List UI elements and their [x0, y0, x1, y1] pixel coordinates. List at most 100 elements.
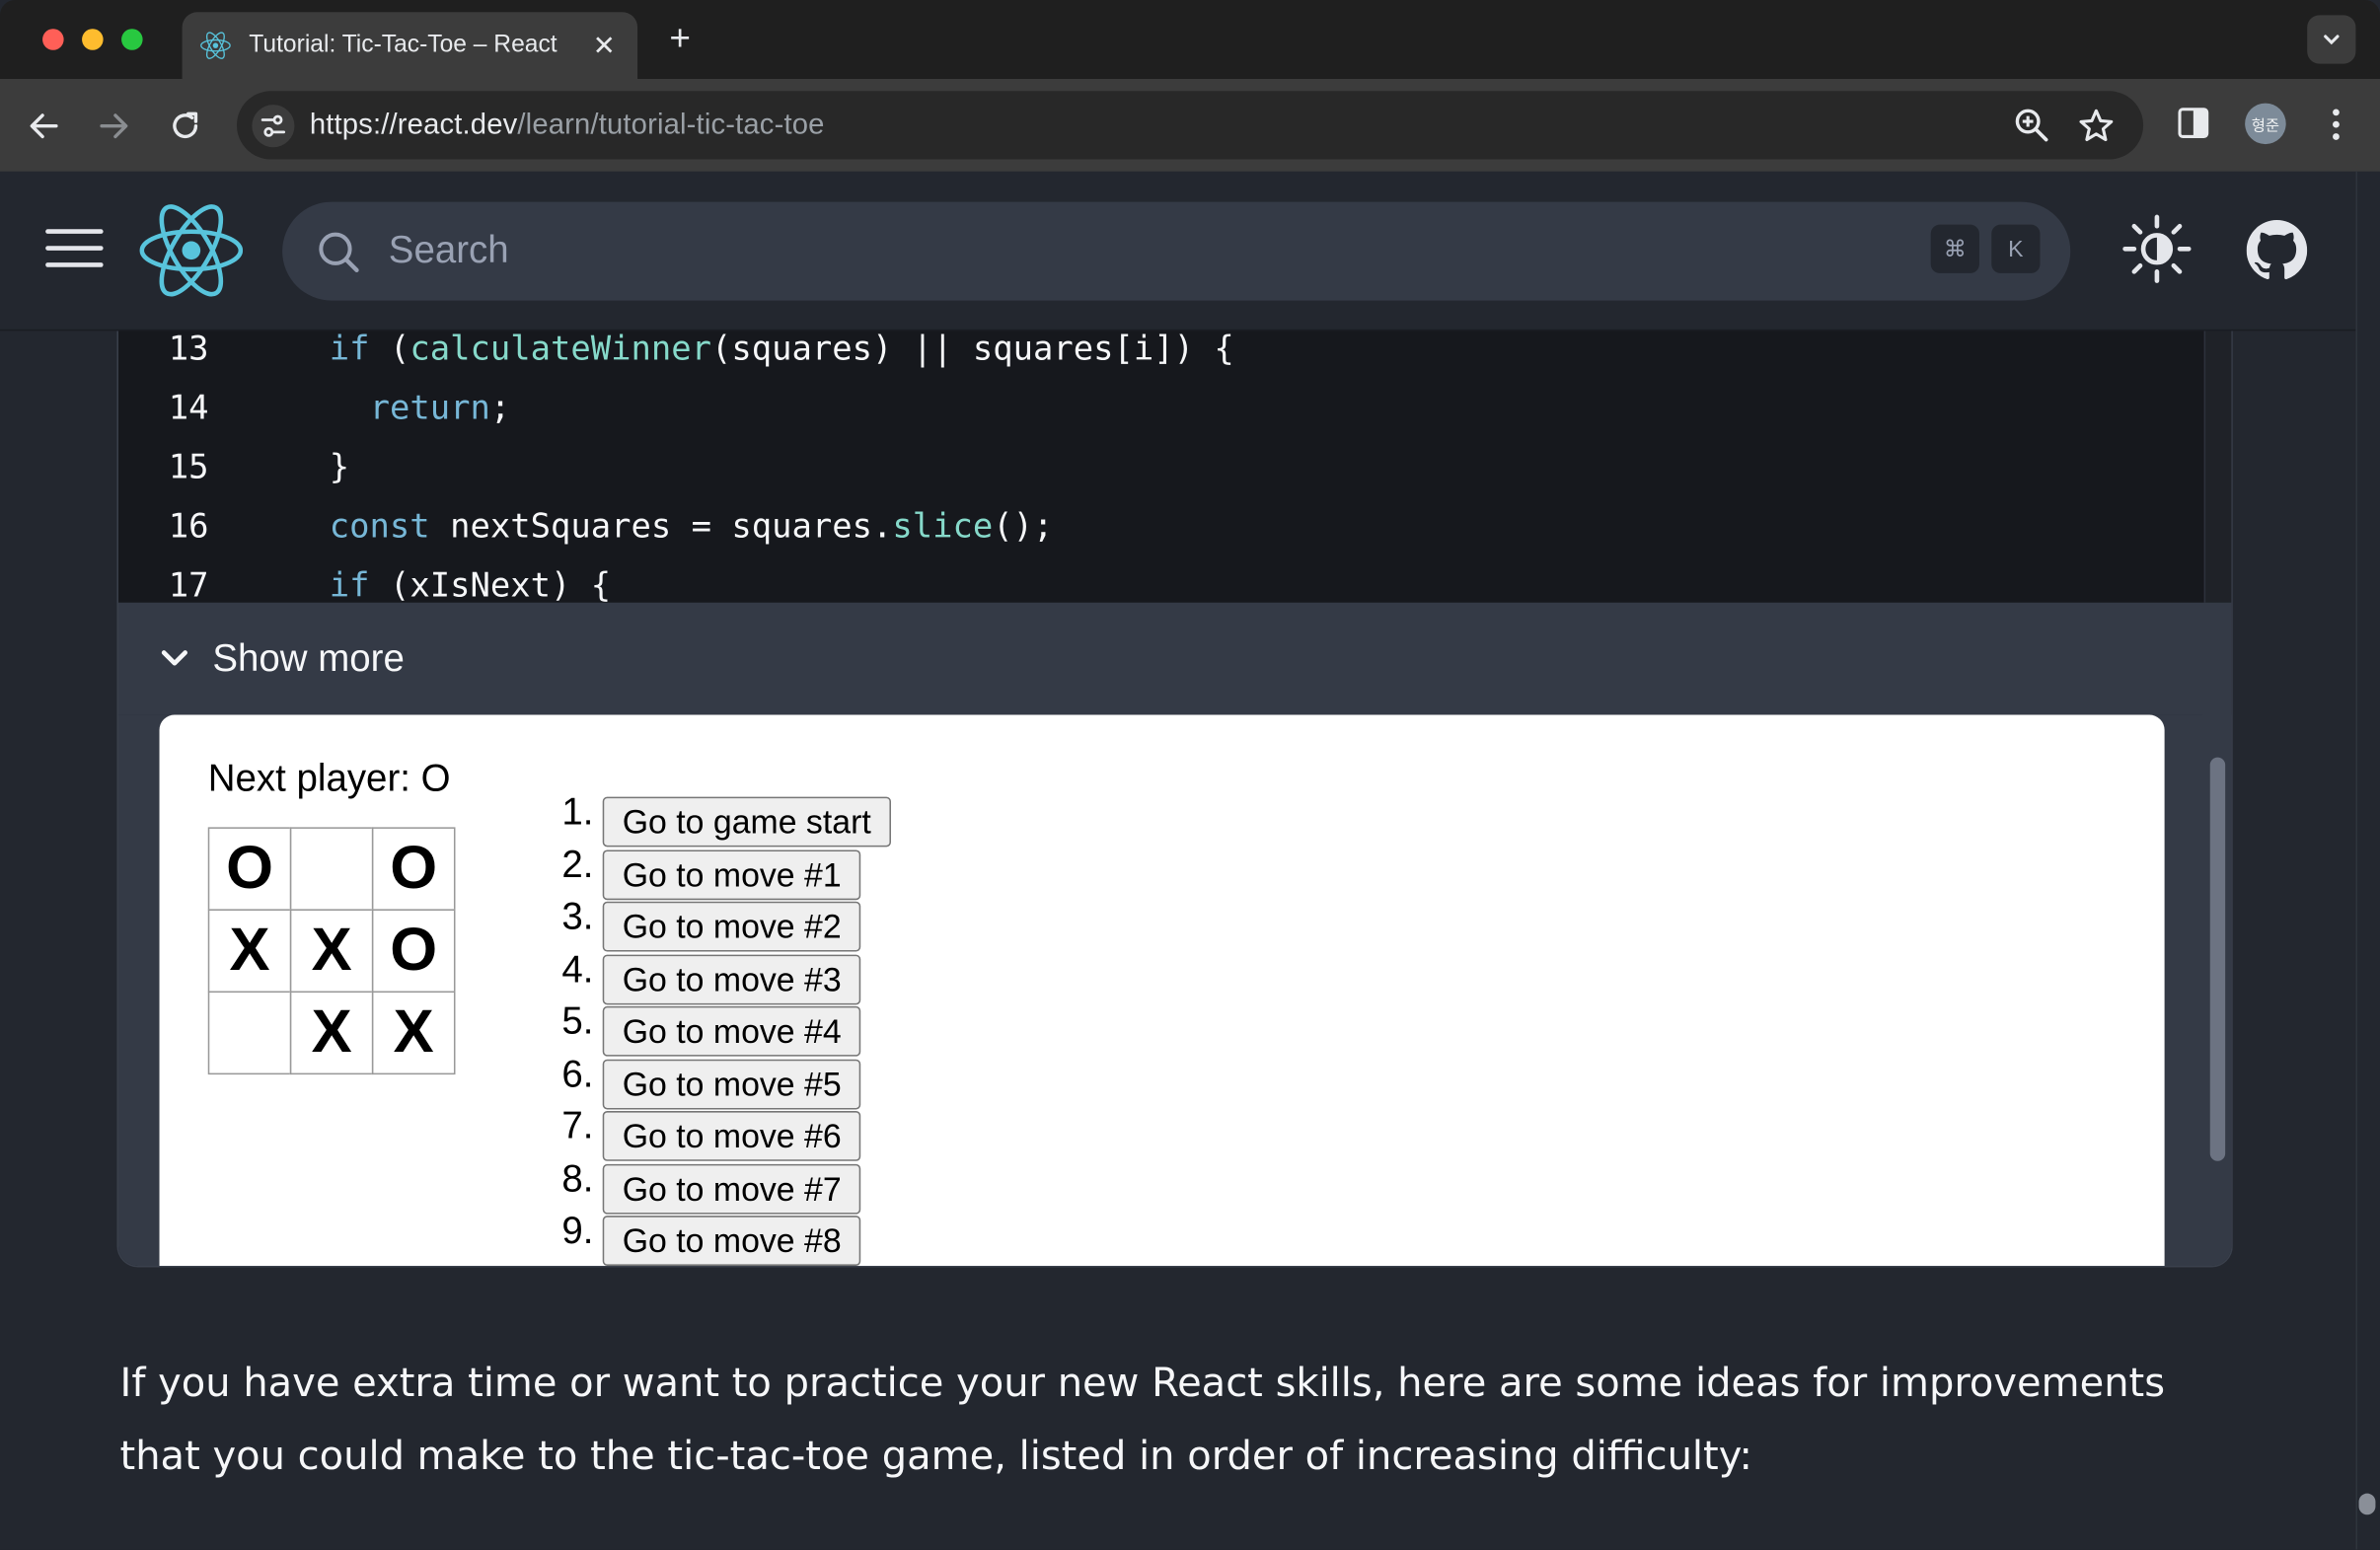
react-favicon-icon — [200, 31, 231, 61]
code-token: calculateWinner — [409, 331, 711, 369]
move-list-item: 7. Go to move #6 — [554, 1105, 1039, 1161]
tab-strip: Tutorial: Tic-Tac-Toe – React ✕ + — [0, 0, 2380, 79]
board-square[interactable] — [289, 827, 374, 911]
code-token: const — [329, 508, 430, 547]
bookmark-star-icon[interactable] — [2076, 107, 2116, 146]
game-preview: Next player: O OOXXOXX 1. Go to game star… — [159, 714, 2165, 1266]
code-line: 17 if (xIsNext) { — [118, 567, 2204, 602]
move-number: 2. — [561, 843, 594, 886]
code-token: if — [329, 331, 370, 369]
board-square[interactable]: X — [289, 909, 374, 994]
close-window-button[interactable] — [42, 29, 64, 50]
move-number: 3. — [561, 895, 594, 938]
move-number: 1. — [561, 790, 594, 834]
code-text: } — [330, 449, 349, 486]
tab-close-icon[interactable]: ✕ — [589, 30, 620, 61]
theme-toggle-icon[interactable] — [2122, 214, 2193, 284]
search-icon — [316, 229, 361, 274]
tutorial-paragraph: If you have extra time or want to practi… — [119, 1361, 2166, 1480]
jump-to-move-button[interactable]: Go to move #4 — [602, 1005, 861, 1057]
react-logo[interactable] — [139, 202, 244, 299]
move-number: 4. — [561, 947, 594, 991]
jump-to-move-button[interactable]: Go to move #3 — [602, 953, 861, 1004]
jump-to-move-button[interactable]: Go to move #6 — [602, 1111, 861, 1161]
line-number: 16 — [168, 508, 209, 547]
forward-icon[interactable] — [93, 105, 135, 147]
board-square[interactable] — [207, 991, 292, 1075]
code-token: ( — [369, 331, 410, 369]
code-token: ; — [489, 390, 511, 428]
jump-to-move-button[interactable]: Go to move #7 — [602, 1163, 861, 1214]
address-bar[interactable]: https://react.dev/learn/tutorial-tic-tac… — [236, 91, 2144, 160]
github-icon[interactable] — [2246, 220, 2308, 281]
more-menu-icon[interactable] — [2318, 104, 2354, 146]
page-scrollbar-thumb[interactable] — [2358, 1493, 2376, 1515]
search-input[interactable]: Search ⌘ K — [282, 201, 2071, 301]
tab-title: Tutorial: Tic-Tac-Toe – React — [249, 32, 558, 58]
browser-tab[interactable]: Tutorial: Tic-Tac-Toe – React ✕ — [182, 12, 638, 79]
code-token: return — [369, 390, 490, 428]
preview-scrollbar-thumb[interactable] — [2209, 757, 2226, 1161]
move-list-item: 4. Go to move #3 — [554, 948, 1039, 1004]
url-host: https://react.dev — [309, 109, 518, 142]
move-list-item: 9. Go to move #8 — [554, 1210, 1039, 1266]
jump-to-move-button[interactable]: Go to move #1 — [602, 849, 861, 900]
show-more-label: Show more — [212, 636, 405, 680]
board-square[interactable]: O — [371, 909, 456, 994]
line-number: 15 — [168, 449, 209, 487]
profile-avatar[interactable]: 형준 — [2245, 103, 2286, 145]
code-line: 14 return; — [118, 390, 2204, 449]
board-square[interactable]: X — [289, 991, 374, 1075]
jump-to-move-button[interactable]: Go to move #8 — [602, 1216, 861, 1266]
maximize-window-button[interactable] — [121, 29, 143, 50]
reload-icon[interactable] — [164, 105, 206, 147]
side-panel-icon[interactable] — [2174, 104, 2213, 143]
board-square[interactable]: X — [371, 991, 456, 1075]
board-square[interactable]: O — [371, 827, 456, 911]
jump-to-move-button[interactable]: Go to game start — [602, 796, 891, 848]
code-text: return; — [330, 390, 511, 428]
search-placeholder: Search — [388, 229, 509, 272]
site-header: Search ⌘ K — [0, 171, 2356, 332]
line-number: 14 — [168, 390, 209, 428]
code-token: (); — [993, 508, 1054, 547]
shortcut-cmd-key: ⌘ — [1930, 224, 1979, 273]
code-line: 13 if (calculateWinner(squares) || square… — [118, 331, 2204, 390]
board-square[interactable]: O — [207, 827, 292, 911]
line-number: 13 — [168, 331, 209, 369]
move-number: 9. — [561, 1210, 594, 1253]
new-tab-icon[interactable]: + — [662, 18, 699, 60]
line-number: 17 — [168, 567, 209, 603]
code-editor[interactable]: 13 if (calculateWinner(squares) || square… — [117, 331, 2204, 603]
show-more-button[interactable]: Show more — [117, 602, 2232, 715]
page-scrollbar[interactable] — [2355, 171, 2380, 1550]
minimize-window-button[interactable] — [82, 29, 104, 50]
game-status: Next player: O — [207, 757, 451, 800]
url-text[interactable]: https://react.dev/learn/tutorial-tic-tac… — [310, 110, 825, 143]
game-board: OOXXOXX — [207, 827, 456, 1075]
code-line: 16 const nextSquares = squares.slice(); — [118, 508, 2204, 567]
jump-to-move-button[interactable]: Go to move #5 — [602, 1058, 861, 1109]
code-text: if (xIsNext) { — [330, 567, 611, 602]
code-token: (squares) || squares[i]) { — [710, 331, 1234, 369]
shortcut-k-key: K — [1991, 224, 2041, 273]
site-info-icon[interactable] — [252, 105, 295, 148]
code-token: (xIsNext) { — [369, 567, 612, 603]
code-token: nextSquares = squares. — [429, 508, 893, 547]
url-path: /learn/tutorial-tic-tac-toe — [517, 109, 825, 142]
jump-to-move-button[interactable]: Go to move #2 — [602, 901, 861, 952]
code-scrollbar[interactable] — [2203, 331, 2232, 603]
browser-toolbar: https://react.dev/learn/tutorial-tic-tac… — [0, 78, 2380, 172]
preview-frame: Next player: O OOXXOXX 1. Go to game star… — [117, 714, 2232, 1266]
back-icon[interactable] — [23, 105, 65, 147]
board-square[interactable]: X — [207, 909, 292, 994]
tab-search-icon[interactable] — [2307, 15, 2356, 64]
move-number: 6. — [561, 1052, 594, 1095]
code-token: } — [329, 449, 350, 487]
move-number: 8. — [561, 1156, 594, 1201]
move-list-item: 1. Go to game start — [554, 790, 1039, 848]
hamburger-icon[interactable] — [45, 229, 104, 271]
zoom-icon[interactable] — [2013, 107, 2052, 146]
move-list-item: 6. Go to move #5 — [554, 1053, 1039, 1109]
